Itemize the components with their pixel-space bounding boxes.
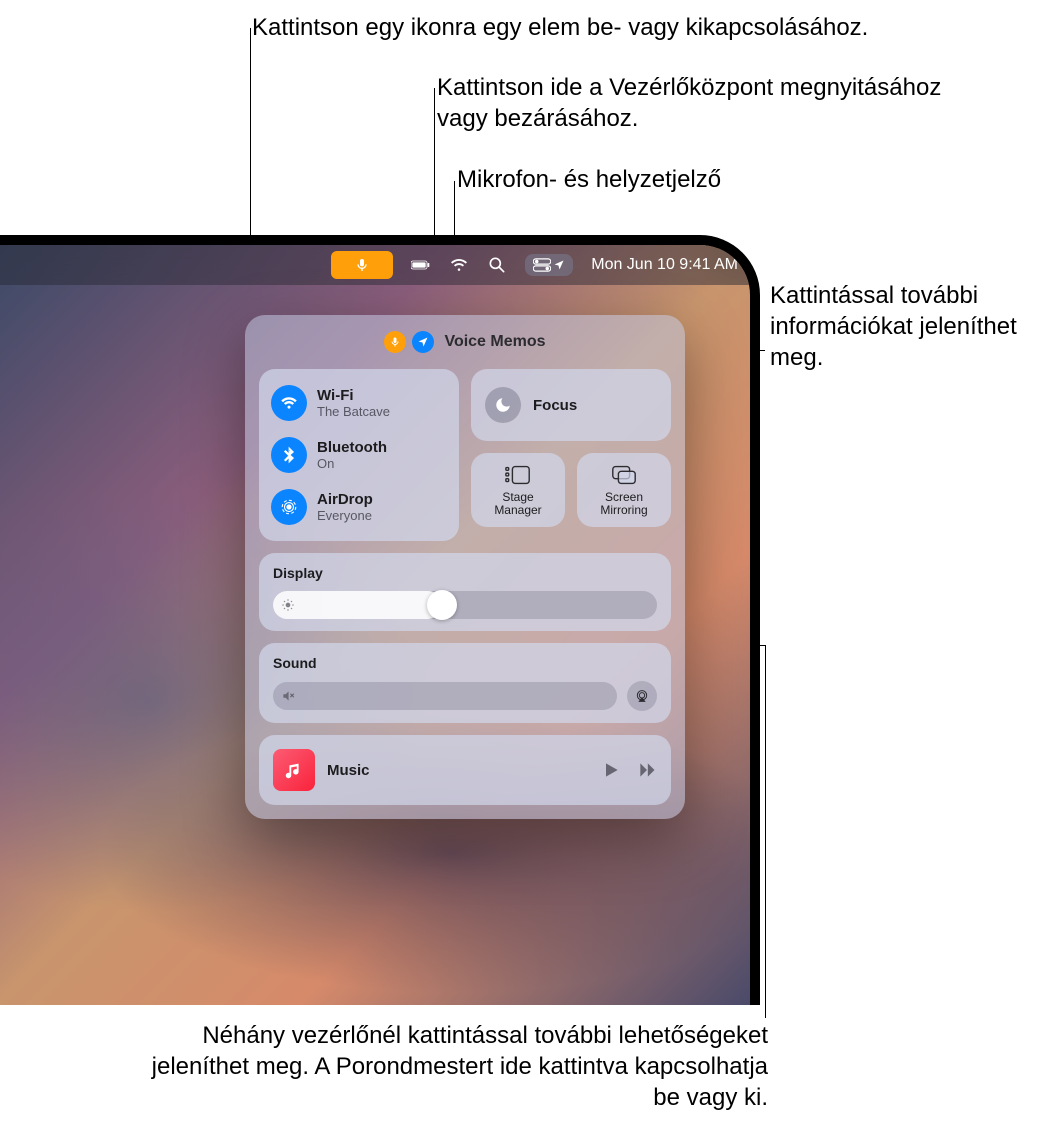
control-center-panel: Voice Memos Wi-Fi The Batcave [245, 315, 685, 819]
wifi-subtitle: The Batcave [317, 404, 390, 419]
display-tile[interactable]: Display [259, 553, 671, 631]
connectivity-tile[interactable]: Wi-Fi The Batcave Bluetooth On [259, 369, 459, 541]
airplay-icon [634, 688, 650, 704]
screen-mirroring-icon [610, 463, 638, 487]
airdrop-icon[interactable] [271, 489, 307, 525]
play-icon[interactable] [601, 760, 621, 780]
wifi-icon[interactable] [271, 385, 307, 421]
wifi-toggle[interactable]: Wi-Fi The Batcave [271, 385, 447, 421]
stage-manager-icon [504, 463, 532, 487]
music-app-icon [273, 749, 315, 791]
callout-mic-loc: Mikrofon- és helyzetjelző [457, 164, 721, 195]
location-arrow-icon [417, 336, 429, 348]
screen-mirroring-tile[interactable]: Screen Mirroring [577, 453, 671, 527]
leader-line [765, 645, 766, 1018]
display-slider-knob[interactable] [427, 590, 457, 620]
now-playing-tile[interactable]: Music [259, 735, 671, 805]
microphone-icon [354, 257, 370, 273]
airplay-audio-button[interactable] [627, 681, 657, 711]
location-arrow-icon [553, 259, 565, 271]
sound-label: Sound [273, 655, 657, 671]
callout-toggle: Kattintson egy ikonra egy elem be- vagy … [252, 12, 868, 43]
focus-label: Focus [533, 397, 577, 414]
bluetooth-subtitle: On [317, 456, 387, 471]
callout-bottom: Néhány vezérlőnél kattintással további l… [140, 1020, 768, 1114]
sound-tile[interactable]: Sound [259, 643, 671, 723]
stage-manager-tile[interactable]: Stage Manager [471, 453, 565, 527]
callout-more-info: Kattintással további információkat jelen… [770, 280, 1030, 374]
privacy-app-label: Voice Memos [444, 333, 545, 351]
menubar-datetime[interactable]: Mon Jun 10 9:41 AM [591, 256, 738, 274]
bluetooth-icon[interactable] [271, 437, 307, 473]
mic-badge [384, 331, 406, 353]
bluetooth-toggle[interactable]: Bluetooth On [271, 437, 447, 473]
microphone-icon [389, 336, 401, 348]
control-center-menu-icon[interactable] [525, 254, 573, 276]
airdrop-subtitle: Everyone [317, 508, 373, 523]
screen-mirroring-label: Screen Mirroring [583, 491, 665, 517]
wifi-icon[interactable] [449, 255, 469, 275]
wifi-title: Wi-Fi [317, 387, 390, 404]
display-slider-fill [273, 591, 442, 619]
display-label: Display [273, 565, 657, 581]
privacy-info-row[interactable]: Voice Memos [259, 329, 671, 357]
brightness-low-icon [281, 598, 295, 612]
stage-manager-label: Stage Manager [477, 491, 559, 517]
battery-icon[interactable] [411, 255, 431, 275]
spotlight-icon[interactable] [487, 255, 507, 275]
bluetooth-title: Bluetooth [317, 439, 387, 456]
display-slider[interactable] [273, 591, 657, 619]
now-playing-title: Music [327, 762, 589, 779]
menubar: Mon Jun 10 9:41 AM [0, 245, 750, 285]
focus-tile[interactable]: Focus [471, 369, 671, 441]
airdrop-title: AirDrop [317, 491, 373, 508]
moon-icon [485, 387, 521, 423]
speaker-mute-icon [281, 689, 295, 703]
callout-open-close: Kattintson ide a Vezérlőközpont megnyitá… [437, 72, 997, 134]
device-frame: Mon Jun 10 9:41 AM Voice Memos Wi-Fi [0, 235, 760, 1005]
toggles-icon [533, 258, 551, 272]
mic-indicator-pill[interactable] [331, 251, 393, 279]
next-track-icon[interactable] [637, 760, 657, 780]
location-badge [412, 331, 434, 353]
sound-slider[interactable] [273, 682, 617, 710]
airdrop-toggle[interactable]: AirDrop Everyone [271, 489, 447, 525]
